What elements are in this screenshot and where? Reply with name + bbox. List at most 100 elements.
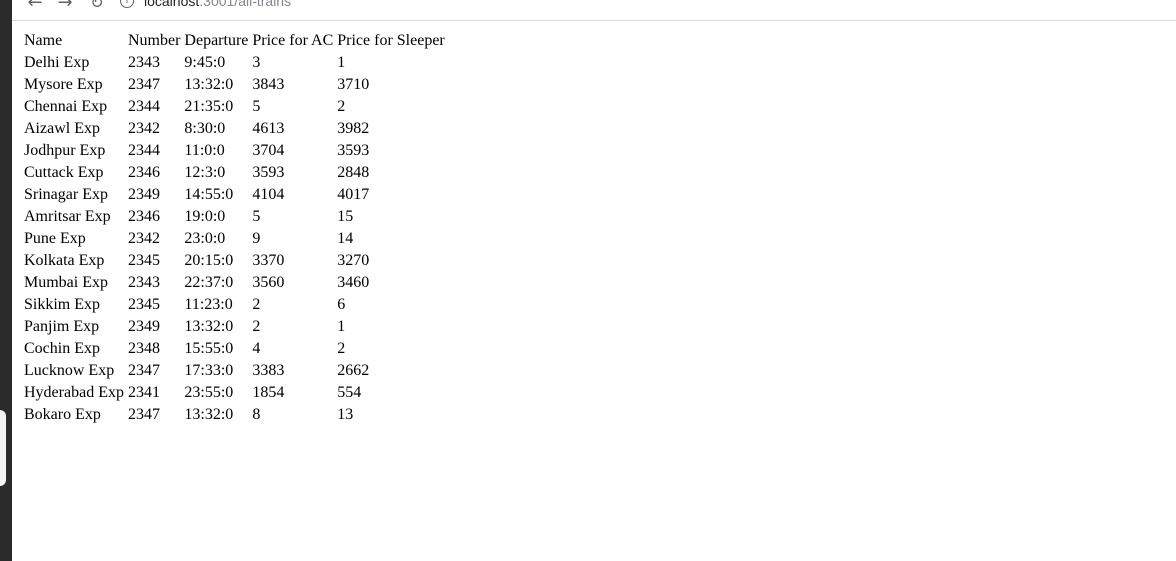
address-bar[interactable]: i localhost:3001/all-trains (120, 0, 291, 10)
cell-departure: 23:55:0 (184, 384, 234, 401)
cell-name: Cochin Exp (24, 340, 100, 357)
table-row: Hyderabad Exp 2341 23:55:0 1854 554 (23, 383, 446, 403)
cell-departure: 8:30:0 (184, 120, 226, 137)
cell-price-sleeper: 3710 (337, 76, 370, 93)
table-row: Chennai Exp 2344 21:35:0 5 2 (23, 97, 446, 117)
header-name: Name (24, 32, 63, 49)
cell-price-ac: 3560 (252, 274, 285, 291)
table-header-row: Name Number Departure Price for AC Price… (23, 31, 446, 51)
table-row: Jodhpur Exp 2344 11:0:0 3704 3593 (23, 141, 446, 161)
cell-price-ac: 8 (252, 406, 261, 423)
cell-price-ac: 3704 (252, 142, 285, 159)
cell-number: 2342 (127, 230, 160, 247)
cell-price-sleeper: 15 (337, 208, 354, 225)
table-row: Panjim Exp 2349 13:32:0 2 1 (23, 317, 446, 337)
table-row: Cuttack Exp 2346 12:3:0 3593 2848 (23, 163, 446, 183)
cell-price-sleeper: 2662 (337, 362, 370, 379)
cell-departure: 13:32:0 (184, 318, 234, 335)
cell-price-sleeper: 2 (337, 340, 346, 357)
cell-number: 2344 (127, 142, 160, 159)
cell-name: Lucknow Exp (24, 362, 115, 379)
cell-price-ac: 1854 (252, 384, 285, 401)
cell-departure: 20:15:0 (184, 252, 234, 269)
table-row: Lucknow Exp 2347 17:33:0 3383 2662 (23, 361, 446, 381)
cell-number: 2349 (127, 186, 160, 203)
cell-departure: 12:3:0 (184, 164, 226, 181)
cell-number: 2348 (127, 340, 160, 357)
side-panel-handle (0, 410, 6, 486)
cell-price-ac: 4613 (252, 120, 285, 137)
cell-price-ac: 4104 (252, 186, 285, 203)
header-number: Number (127, 32, 181, 49)
cell-price-sleeper: 3593 (337, 142, 370, 159)
header-departure: Departure (184, 32, 249, 49)
cell-name: Delhi Exp (24, 54, 90, 71)
table-row: Sikkim Exp 2345 11:23:0 2 6 (23, 295, 446, 315)
cell-price-ac: 2 (252, 296, 261, 313)
cell-price-sleeper: 6 (337, 296, 346, 313)
cell-departure: 23:0:0 (184, 230, 226, 247)
forward-arrow-icon[interactable]: → (54, 0, 76, 13)
table-row: Kolkata Exp 2345 20:15:0 3370 3270 (23, 251, 446, 271)
cell-price-sleeper: 2848 (337, 164, 370, 181)
reload-icon[interactable]: ↻ (86, 0, 108, 12)
header-price-sleeper: Price for Sleeper (337, 32, 445, 49)
cell-name: Jodhpur Exp (24, 142, 106, 159)
cell-name: Aizawl Exp (24, 120, 100, 137)
cell-departure: 13:32:0 (184, 406, 234, 423)
cell-name: Pune Exp (24, 230, 86, 247)
cell-name: Hyderabad Exp (24, 384, 124, 401)
table-row: Bokaro Exp 2347 13:32:0 8 13 (23, 405, 446, 425)
cell-name: Kolkata Exp (24, 252, 105, 269)
cell-departure: 13:32:0 (184, 76, 234, 93)
cell-price-sleeper: 14 (337, 230, 354, 247)
table-row: Mumbai Exp 2343 22:37:0 3560 3460 (23, 273, 446, 293)
url-path: :3001/all-trains (199, 0, 292, 9)
header-price-ac: Price for AC (252, 32, 334, 49)
cell-price-ac: 5 (252, 208, 261, 225)
cell-price-sleeper: 554 (337, 384, 362, 401)
cell-price-sleeper: 3460 (337, 274, 370, 291)
cell-number: 2344 (127, 98, 160, 115)
table-row: Amritsar Exp 2346 19:0:0 5 15 (23, 207, 446, 227)
cell-departure: 17:33:0 (184, 362, 234, 379)
cell-price-ac: 9 (252, 230, 261, 247)
cell-number: 2347 (127, 76, 160, 93)
browser-toolbar: ← → ↻ i localhost:3001/all-trains (12, 0, 1176, 21)
table-row: Delhi Exp 2343 9:45:0 3 1 (23, 53, 446, 73)
cell-number: 2346 (127, 164, 160, 181)
info-icon[interactable]: i (120, 0, 134, 8)
page-content: Name Number Departure Price for AC Price… (21, 29, 448, 427)
table-row: Mysore Exp 2347 13:32:0 3843 3710 (23, 75, 446, 95)
cell-name: Cuttack Exp (24, 164, 104, 181)
back-arrow-icon[interactable]: ← (24, 0, 46, 13)
cell-price-sleeper: 2 (337, 98, 346, 115)
cell-number: 2342 (127, 120, 160, 137)
table-row: Pune Exp 2342 23:0:0 9 14 (23, 229, 446, 249)
cell-number: 2343 (127, 274, 160, 291)
cell-price-ac: 3 (252, 54, 261, 71)
cell-number: 2345 (127, 296, 160, 313)
cell-name: Sikkim Exp (24, 296, 101, 313)
cell-price-sleeper: 3982 (337, 120, 370, 137)
cell-price-sleeper: 13 (337, 406, 354, 423)
cell-price-sleeper: 3270 (337, 252, 370, 269)
cell-departure: 9:45:0 (184, 54, 226, 71)
cell-name: Srinagar Exp (24, 186, 108, 203)
cell-departure: 14:55:0 (184, 186, 234, 203)
cell-number: 2346 (127, 208, 160, 225)
cell-price-sleeper: 1 (337, 54, 346, 71)
cell-departure: 21:35:0 (184, 98, 234, 115)
cell-number: 2349 (127, 318, 160, 335)
cell-name: Chennai Exp (24, 98, 108, 115)
cell-price-ac: 3370 (252, 252, 285, 269)
cell-name: Mysore Exp (24, 76, 103, 93)
cell-price-ac: 3383 (252, 362, 285, 379)
cell-number: 2347 (127, 362, 160, 379)
cell-price-ac: 3843 (252, 76, 285, 93)
cell-departure: 19:0:0 (184, 208, 226, 225)
cell-departure: 11:23:0 (184, 296, 233, 313)
cell-number: 2345 (127, 252, 160, 269)
cell-price-sleeper: 1 (337, 318, 346, 335)
cell-price-ac: 5 (252, 98, 261, 115)
